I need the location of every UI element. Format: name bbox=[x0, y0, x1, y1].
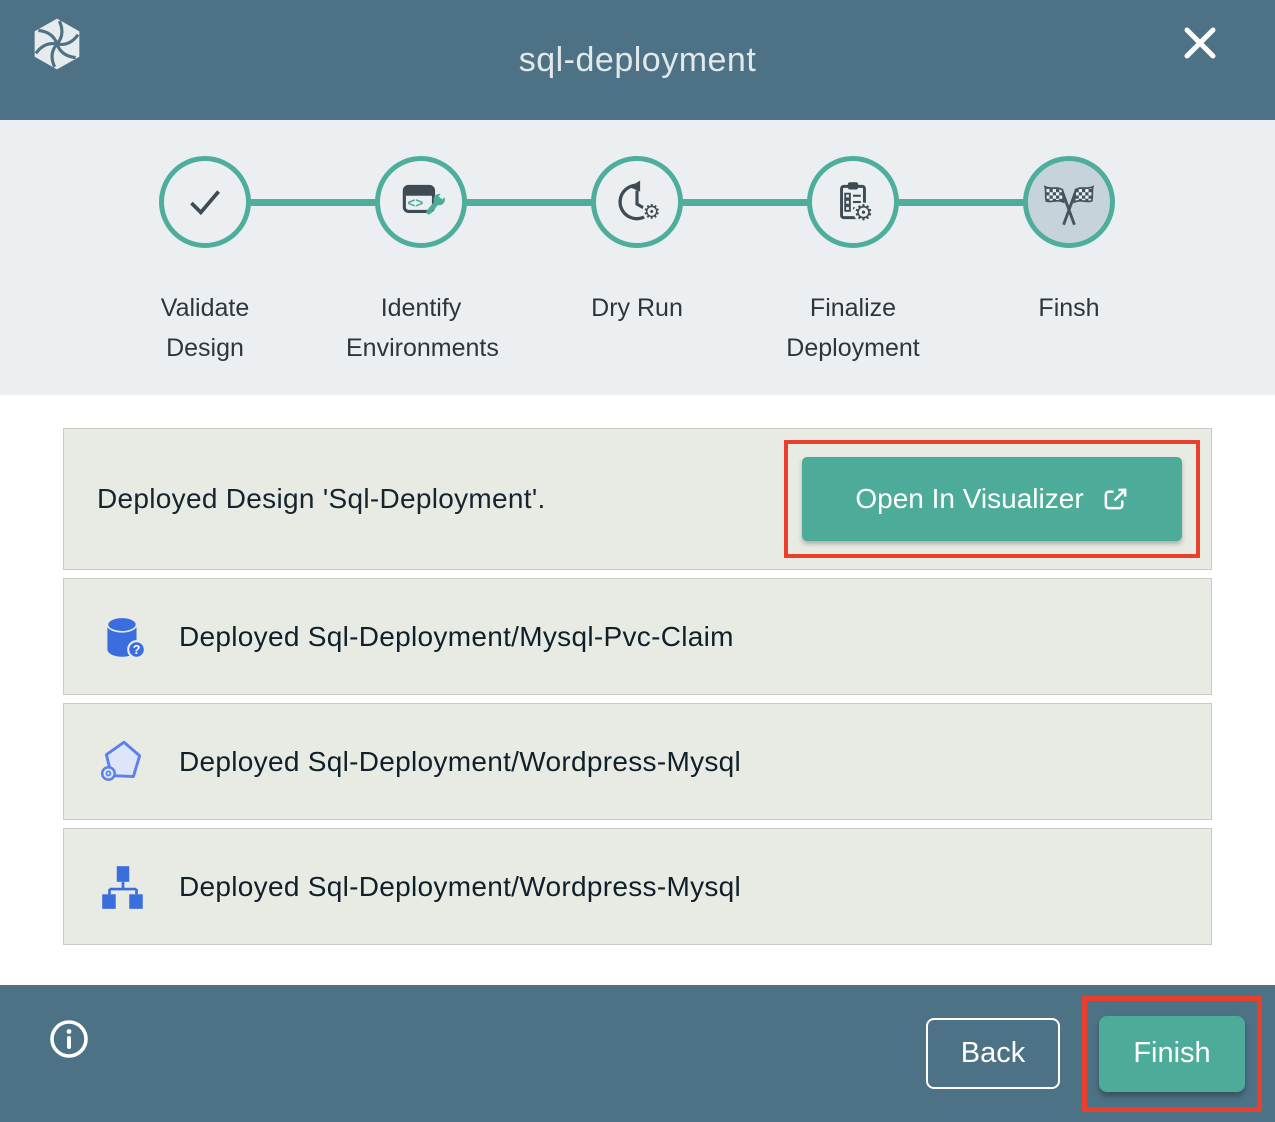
database-icon: ? bbox=[97, 611, 149, 663]
step-finish: Finsh bbox=[961, 156, 1177, 368]
finish-button[interactable]: Finish bbox=[1099, 1016, 1245, 1092]
step-label: Finalize Deployment bbox=[778, 288, 928, 368]
open-in-visualizer-label: Open In Visualizer bbox=[855, 483, 1083, 515]
check-icon bbox=[180, 177, 230, 227]
deployment-item-text: Deployed Sql-Deployment/Wordpress-Mysql bbox=[179, 746, 741, 778]
step-finalize-deployment: ⚙ Finalize Deployment bbox=[745, 156, 961, 368]
deployment-results: Deployed Design 'Sql-Deployment'. Open I… bbox=[63, 428, 1212, 953]
wizard-stepper: Validate Design <> Identify Environments bbox=[0, 120, 1275, 395]
dry-run-icon: ⚙ bbox=[612, 177, 662, 227]
close-icon[interactable] bbox=[1177, 20, 1223, 66]
external-link-icon bbox=[1102, 486, 1129, 513]
step-label: Validate Design bbox=[130, 288, 280, 368]
step-dry-run: ⚙ Dry Run bbox=[529, 156, 745, 368]
step-circle bbox=[159, 156, 251, 248]
step-circle: <> bbox=[375, 156, 467, 248]
deployment-item-row: Deployed Sql-Deployment/Wordpress-Mysql bbox=[63, 703, 1212, 820]
back-button[interactable]: Back bbox=[926, 1018, 1060, 1089]
footer-actions: Back Finish bbox=[926, 996, 1262, 1112]
hierarchy-icon bbox=[97, 861, 149, 913]
open-in-visualizer-button[interactable]: Open In Visualizer bbox=[802, 457, 1182, 541]
step-validate-design: Validate Design bbox=[97, 156, 313, 368]
deployment-item-row: ? Deployed Sql-Deployment/Mysql-Pvc-Clai… bbox=[63, 578, 1212, 695]
clipboard-gear-icon: ⚙ bbox=[828, 177, 878, 227]
step-identify-environments: <> Identify Environments bbox=[313, 156, 529, 368]
dialog-title: sql-deployment bbox=[519, 41, 757, 80]
step-circle: ⚙ bbox=[807, 156, 899, 248]
annotation-highlight-visualizer: Open In Visualizer bbox=[784, 440, 1200, 558]
info-icon[interactable] bbox=[45, 1015, 93, 1063]
code-config-icon: <> bbox=[396, 177, 446, 227]
dialog-header: sql-deployment bbox=[0, 0, 1275, 120]
deployment-summary-text: Deployed Design 'Sql-Deployment'. bbox=[97, 483, 546, 515]
meshery-logo-icon bbox=[28, 15, 86, 73]
step-circle: ⚙ bbox=[591, 156, 683, 248]
step-circle bbox=[1023, 156, 1115, 248]
svg-text:⚙: ⚙ bbox=[854, 200, 874, 225]
deployment-item-text: Deployed Sql-Deployment/Mysql-Pvc-Claim bbox=[179, 621, 734, 653]
svg-text:⚙: ⚙ bbox=[643, 202, 661, 224]
deployment-item-text: Deployed Sql-Deployment/Wordpress-Mysql bbox=[179, 871, 741, 903]
dialog-footer: Back Finish bbox=[0, 985, 1275, 1122]
svg-text:<>: <> bbox=[407, 196, 423, 211]
deployment-item-row: Deployed Sql-Deployment/Wordpress-Mysql bbox=[63, 828, 1212, 945]
annotation-highlight-finish: Finish bbox=[1082, 996, 1262, 1112]
svg-text:?: ? bbox=[133, 643, 141, 657]
step-label: Dry Run bbox=[562, 288, 712, 328]
pentagon-icon bbox=[97, 736, 149, 788]
checkered-flags-icon bbox=[1043, 176, 1095, 228]
step-label: Finsh bbox=[994, 288, 1144, 328]
step-label: Identify Environments bbox=[346, 288, 496, 368]
deployment-summary-row: Deployed Design 'Sql-Deployment'. Open I… bbox=[63, 428, 1212, 570]
